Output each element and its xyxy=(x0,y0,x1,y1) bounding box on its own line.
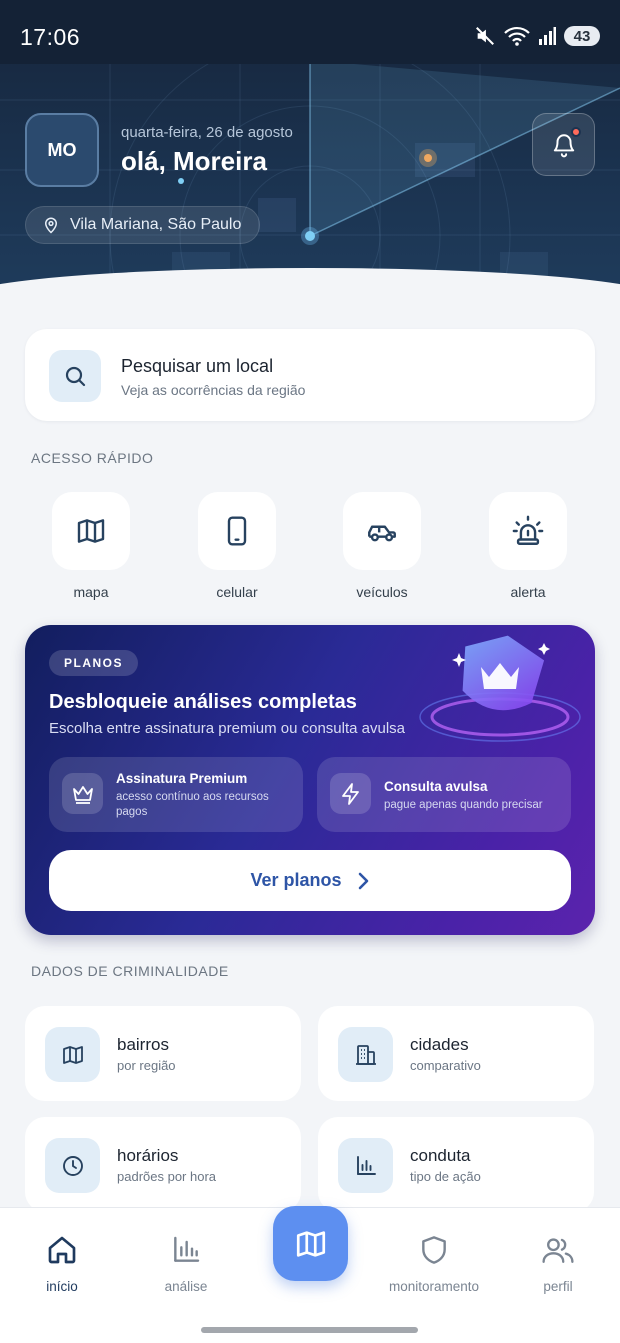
single-query-option[interactable]: Consulta avulsa pague apenas quando prec… xyxy=(317,757,571,832)
notification-dot xyxy=(571,127,581,137)
nav-profile[interactable]: perfil xyxy=(498,1230,618,1294)
plans-banner: PLANOS Desbloqueie análises completas Es… xyxy=(25,625,595,935)
hours-icon-box xyxy=(45,1138,100,1193)
search-card[interactable]: Pesquisar um local Veja as ocorrências d… xyxy=(25,329,595,421)
nav-map-button[interactable] xyxy=(273,1206,348,1281)
cities-icon-box xyxy=(338,1027,393,1082)
quick-access-phone[interactable]: celular xyxy=(197,492,277,600)
plans-badge: PLANOS xyxy=(49,650,139,676)
bar-chart-icon xyxy=(356,1155,376,1175)
bar-chart-icon xyxy=(174,1236,200,1262)
plans-subtitle: Escolha entre assinatura premium ou cons… xyxy=(49,720,406,737)
lightning-icon-box xyxy=(330,773,371,814)
quick-access-heading: ACESSO RÁPIDO xyxy=(31,450,154,466)
avatar[interactable]: MO xyxy=(25,113,99,187)
map-icon xyxy=(296,1230,325,1257)
status-bar: 17:06 43 xyxy=(0,0,620,64)
nav-home[interactable]: início xyxy=(2,1230,122,1294)
quick-access-map-box xyxy=(52,492,130,570)
premium-subtitle-line1: acesso contínuo aos recursos xyxy=(116,791,269,803)
nav-analysis-label: análise xyxy=(164,1279,208,1294)
quick-access-vehicles-label: veículos xyxy=(356,584,408,600)
crime-data-hours[interactable]: horários padrões por hora xyxy=(25,1117,301,1212)
premium-title: Assinatura Premium xyxy=(116,771,248,786)
nav-profile-label: perfil xyxy=(543,1279,573,1294)
quick-access-vehicles-box xyxy=(343,492,421,570)
battery-indicator: 43 xyxy=(564,26,600,46)
cities-subtitle: comparativo xyxy=(410,1058,481,1073)
clock-icon xyxy=(62,1155,83,1176)
nav-analysis[interactable]: análise xyxy=(126,1230,246,1294)
hours-subtitle: padrões por hora xyxy=(117,1169,217,1184)
premium-subtitle-line2: pagos xyxy=(116,806,148,818)
building-icon xyxy=(355,1044,376,1065)
location-label: Vila Mariana, São Paulo xyxy=(70,216,242,233)
home-indicator xyxy=(201,1327,418,1333)
lightning-icon xyxy=(341,782,359,805)
conduct-title: conduta xyxy=(410,1146,471,1165)
location-chip[interactable]: Vila Mariana, São Paulo xyxy=(25,206,261,244)
map-icon xyxy=(62,1045,83,1064)
search-icon-box xyxy=(49,350,101,402)
chevron-right-icon xyxy=(358,872,368,889)
phone-icon xyxy=(227,516,247,546)
search-title: Pesquisar um local xyxy=(121,356,274,376)
quick-access-alert[interactable]: alerta xyxy=(488,492,568,600)
single-query-title: Consulta avulsa xyxy=(384,779,488,794)
search-icon xyxy=(65,366,86,387)
cities-title: cidades xyxy=(410,1035,469,1054)
crown-icon-box xyxy=(62,773,103,814)
neighborhoods-subtitle: por região xyxy=(117,1058,176,1073)
crown-illustration xyxy=(419,635,581,742)
crime-data-cities[interactable]: cidades comparativo xyxy=(318,1006,594,1101)
quick-access-alert-box xyxy=(489,492,567,570)
plans-title: Desbloqueie análises completas xyxy=(49,691,357,713)
status-time: 17:06 xyxy=(20,24,81,50)
signal-icon xyxy=(539,27,556,45)
quick-access-phone-label: celular xyxy=(216,584,258,600)
nav-monitoring-label: monitoramento xyxy=(388,1279,480,1294)
premium-subscription-option[interactable]: Assinatura Premium acesso contínuo aos r… xyxy=(49,757,303,832)
notifications-button[interactable] xyxy=(532,113,595,176)
mute-icon xyxy=(476,27,494,45)
crime-data-heading: DADOS DE CRIMINALIDADE xyxy=(31,963,229,979)
single-query-subtitle: pague apenas quando precisar xyxy=(384,799,543,811)
nav-monitoring[interactable]: monitoramento xyxy=(374,1230,494,1294)
quick-access-map[interactable]: mapa xyxy=(51,492,131,600)
quick-access-phone-box xyxy=(198,492,276,570)
hours-title: horários xyxy=(117,1146,179,1165)
quick-access-vehicles[interactable]: veículos xyxy=(342,492,422,600)
siren-icon xyxy=(512,515,544,545)
map-icon xyxy=(77,519,105,543)
see-plans-label: Ver planos xyxy=(250,870,342,890)
conduct-icon-box xyxy=(338,1138,393,1193)
crown-icon xyxy=(72,785,93,804)
search-subtitle: Veja as ocorrências da região xyxy=(121,382,306,398)
quick-access-alert-label: alerta xyxy=(510,584,546,600)
crime-data-conduct[interactable]: conduta tipo de ação xyxy=(318,1117,594,1212)
greeting-name: olá, Moreira xyxy=(121,146,267,176)
neighborhoods-title: bairros xyxy=(117,1035,169,1054)
home-icon xyxy=(48,1236,76,1264)
car-icon xyxy=(368,525,396,542)
shield-icon xyxy=(422,1236,446,1264)
nav-home-label: início xyxy=(46,1279,78,1294)
wifi-icon xyxy=(504,26,530,46)
quick-access-map-label: mapa xyxy=(73,584,109,600)
location-pin-icon xyxy=(44,217,58,234)
neighborhoods-icon-box xyxy=(45,1027,100,1082)
see-plans-button[interactable]: Ver planos xyxy=(49,850,571,911)
status-icons: 43 xyxy=(474,25,600,47)
users-icon xyxy=(542,1238,574,1263)
conduct-subtitle: tipo de ação xyxy=(410,1169,481,1184)
greeting-date: quarta-feira, 26 de agosto xyxy=(121,124,293,141)
crime-data-neighborhoods[interactable]: bairros por região xyxy=(25,1006,301,1101)
